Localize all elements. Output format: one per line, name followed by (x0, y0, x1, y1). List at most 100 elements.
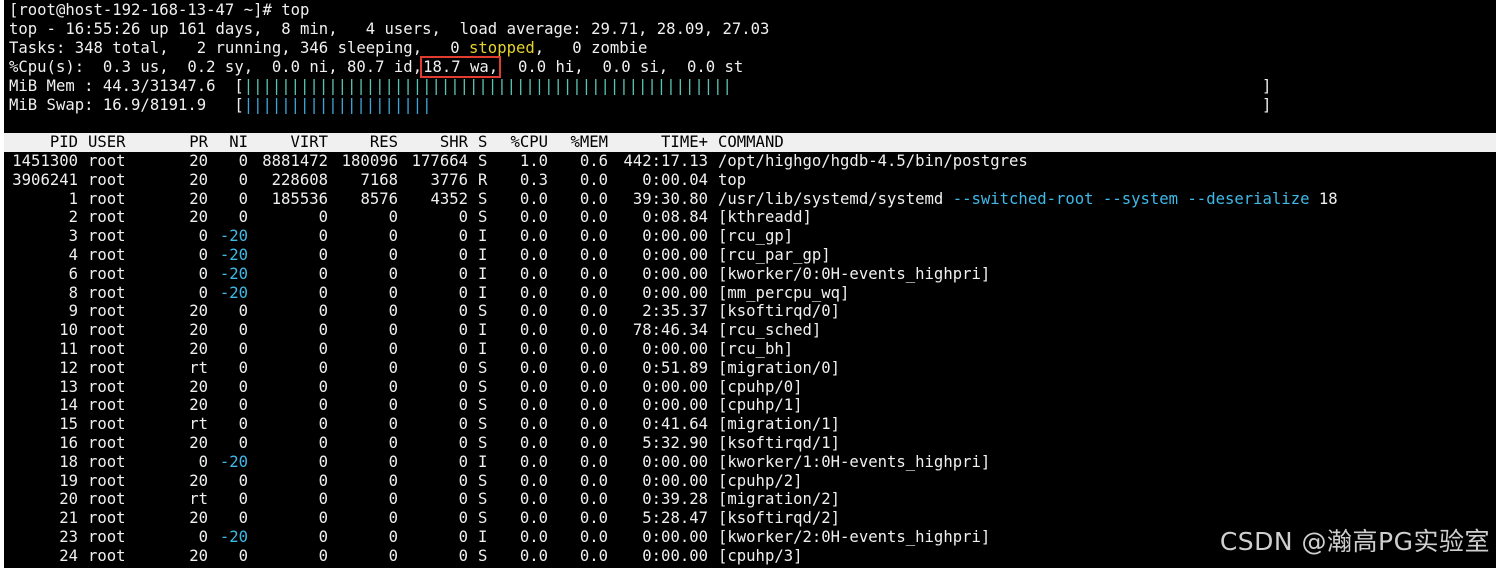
command-path: /opt/highgo/hgdb-4.5/bin/postgres (718, 152, 1028, 170)
cell-ni: 0 (238, 377, 248, 396)
cpu-stats: %Cpu(s): 0.3 us, 0.2 sy, 0.0 ni, 80.7 id… (9, 58, 423, 76)
cell-ni: -20 (219, 283, 248, 302)
table-row[interactable]: 18 root 0 -20 0 0 0 I 0.0 0.0 0:00.00 [kworker/1:0H… (4, 453, 1496, 472)
cell-s: S (478, 471, 488, 490)
table-row[interactable]: 13 root 20 0 0 0 0 S 0.0 0.0 0:00.00 [cpuhp/0] (4, 378, 1496, 397)
cell-pr: 20 (189, 170, 208, 189)
cell-res: 0 (388, 208, 398, 227)
cell-command: [cpuhp/3] (718, 547, 803, 566)
cell-pid: 24 (59, 546, 78, 565)
cell-s: S (478, 415, 488, 434)
cell-mem: 0.0 (579, 283, 608, 302)
col-mem-header[interactable]: %MEM (558, 133, 608, 151)
table-row[interactable]: 4 root 0 -20 0 0 0 I 0.0 0.0 0:00.00 [rcu_par_gp] (4, 246, 1496, 265)
table-row[interactable]: 3 root 0 -20 0 0 0 I 0.0 0.0 0:00.00 [rcu_gp] (4, 227, 1496, 246)
terminal-window[interactable]: [root@host-192-168-13-47 ~]# top top - 1… (4, 0, 1496, 568)
cell-shr: 4352 (430, 189, 468, 208)
cell-res: 7168 (360, 170, 398, 189)
table-row[interactable]: 1451300 root 20 0 8881472 180096 177664 S 1.0 0.6… (4, 152, 1496, 171)
cell-res: 0 (388, 340, 398, 358)
cpu-line: %Cpu(s): 0.3 us, 0.2 sy, 0.0 ni, 80.7 id… (9, 56, 743, 78)
cell-time: 0:00.00 (642, 246, 708, 264)
cell-shr: 0 (458, 264, 468, 283)
cell-shr: 0 (458, 302, 468, 321)
cell-cpu: 0.0 (519, 528, 548, 546)
command-path: [rcu_gp] (718, 227, 794, 246)
col-state-header[interactable]: S (478, 133, 487, 151)
col-res-header[interactable]: RES (332, 133, 398, 151)
cell-cpu: 0.0 (519, 189, 548, 208)
table-row[interactable]: 15 root rt 0 0 0 0 S 0.0 0.0 0:41.64 [migration/1] (4, 415, 1496, 434)
cell-time: 0:39.28 (642, 490, 708, 509)
cell-time: 0:08.84 (642, 208, 708, 227)
table-row[interactable]: 6 root 0 -20 0 0 0 I 0.0 0.0 0:00.00 [kworker/0:0H-… (4, 265, 1496, 284)
table-row[interactable]: 9 root 20 0 0 0 0 S 0.0 0.0 2:35.37 [ksoftirqd/0] (4, 302, 1496, 321)
cell-command: [migration/0] (718, 359, 840, 378)
cell-shr: 0 (458, 528, 468, 546)
cell-user: root (88, 490, 126, 509)
table-row[interactable]: 10 root 20 0 0 0 0 I 0.0 0.0 78:46.34 [rcu_sched] (4, 321, 1496, 340)
cell-s: R (478, 170, 488, 189)
cell-pr: 20 (189, 546, 208, 565)
cell-virt: 228608 (271, 170, 328, 189)
cell-res: 0 (388, 528, 398, 546)
command-path: [cpuhp/1] (718, 396, 803, 415)
col-pid-header[interactable]: PID (4, 133, 78, 151)
cell-virt: 0 (318, 434, 328, 452)
cell-command: [rcu_par_gp] (718, 246, 831, 265)
cell-s: S (478, 377, 488, 396)
cell-virt: 0 (318, 396, 328, 415)
cell-s: I (478, 227, 488, 246)
cell-pid: 13 (59, 377, 78, 396)
col-pr-header[interactable]: PR (174, 133, 208, 151)
cell-mem: 0.0 (579, 546, 608, 565)
cell-shr: 3776 (430, 170, 468, 189)
cell-res: 0 (388, 415, 398, 434)
table-row[interactable]: 3906241 root 20 0 228608 7168 3776 R 0.3 0.0 0:00.… (4, 171, 1496, 190)
cell-user: root (88, 302, 126, 321)
cell-pr: 20 (189, 340, 208, 358)
cell-pid: 18 (59, 452, 78, 471)
col-user-header[interactable]: USER (88, 133, 126, 151)
cell-mem: 0.0 (579, 264, 608, 283)
cell-cpu: 0.0 (519, 434, 548, 452)
memory-bar-close: ] (1262, 77, 1272, 95)
table-row[interactable]: 12 root rt 0 0 0 0 S 0.0 0.0 0:51.89 [migration/0] (4, 359, 1496, 378)
col-command-header[interactable]: COMMAND (718, 133, 784, 151)
cell-s: S (478, 434, 488, 452)
col-cpu-header[interactable]: %CPU (498, 133, 548, 151)
cell-shr: 0 (458, 452, 468, 471)
swap-bar-close: ] (1262, 96, 1272, 114)
cell-shr: 0 (458, 490, 468, 509)
col-shr-header[interactable]: SHR (402, 133, 468, 151)
col-virt-header[interactable]: VIRT (252, 133, 328, 151)
cell-time: 78:46.34 (632, 321, 708, 340)
cell-ni: 0 (238, 170, 248, 189)
table-row[interactable]: 1 root 20 0 185536 8576 4352 S 0.0 0.0 39:30.80/us… (4, 190, 1496, 209)
cell-time: 0:00.04 (642, 170, 708, 189)
cell-pid: 19 (59, 471, 78, 490)
cell-cpu: 0.0 (519, 396, 548, 415)
cell-virt: 0 (318, 358, 328, 377)
col-ni-header[interactable]: NI (212, 133, 248, 151)
cell-shr: 0 (458, 283, 468, 302)
cell-s: I (478, 452, 488, 471)
table-row[interactable]: 14 root 20 0 0 0 0 S 0.0 0.0 0:00.00 [cpuhp/1] (4, 396, 1496, 415)
cell-time: 0:00.00 (642, 471, 708, 490)
col-time-header[interactable]: TIME+ (618, 133, 708, 151)
table-row[interactable]: 19 root 20 0 0 0 0 S 0.0 0.0 0:00.00 [cpuhp/2] (4, 472, 1496, 491)
command-path: [cpuhp/0] (718, 377, 803, 396)
cell-shr: 0 (458, 377, 468, 396)
cell-command: [cpuhp/2] (718, 472, 803, 491)
cell-user: root (88, 264, 126, 283)
cell-mem: 0.0 (579, 377, 608, 396)
table-row[interactable]: 11 root 20 0 0 0 0 I 0.0 0.0 0:00.00 [rcu_bh] (4, 340, 1496, 359)
cell-ni: 0 (238, 358, 248, 377)
table-row[interactable]: 20 root rt 0 0 0 0 S 0.0 0.0 0:39.28 [migration/2] (4, 490, 1496, 509)
cell-virt: 0 (318, 302, 328, 321)
table-row[interactable]: 16 root 20 0 0 0 0 S 0.0 0.0 5:32.90 [ksoftirqd/1] (4, 434, 1496, 453)
cell-shr: 0 (458, 358, 468, 377)
cell-user: root (88, 528, 126, 546)
table-row[interactable]: 8 root 0 -20 0 0 0 I 0.0 0.0 0:00.00 [mm_percpu_wq] (4, 284, 1496, 303)
table-row[interactable]: 2 root 20 0 0 0 0 S 0.0 0.0 0:08.84 [kthreadd] (4, 208, 1496, 227)
